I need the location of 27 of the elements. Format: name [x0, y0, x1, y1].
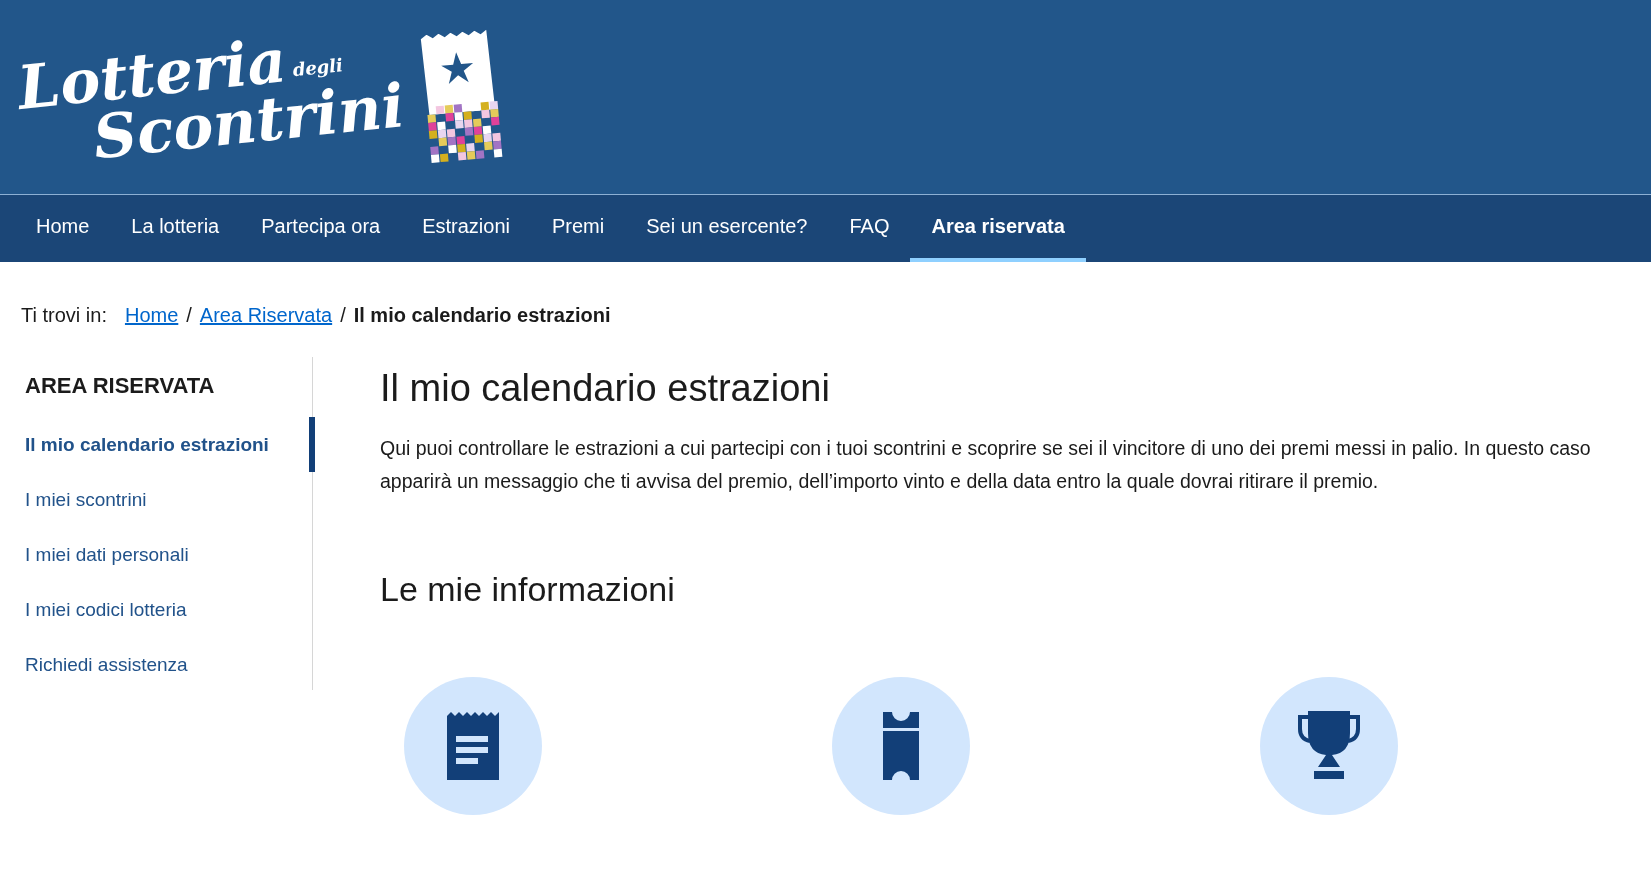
sidebar-title: AREA RISERVATA	[25, 373, 216, 399]
logo-text: degli	[291, 56, 345, 81]
sidebar-item[interactable]: Richiedi assistenza	[25, 637, 315, 692]
nav-tab[interactable]: FAQ	[828, 195, 911, 262]
sidebar-item[interactable]: I miei dati personali	[25, 527, 315, 582]
breadcrumb-separator: /	[186, 304, 192, 327]
nav-tab[interactable]: La lotteria	[110, 195, 241, 262]
sidebar-item[interactable]: I miei scontrini	[25, 472, 315, 527]
intro-text: Qui puoi controllare le estrazioni a cui partecipi con i tuoi scontrini e scoprire se sei il vincitore di uno dei premi messi in palio. In questo caso apparirà un messaggio che ti avvisa del premio, dell’importo vinto e della data entro la quale dovrai ritirare il premio.	[380, 436, 1592, 494]
breadcrumb-link[interactable]: Home	[124, 304, 179, 327]
nav-tab[interactable]: Estrazioni	[401, 195, 531, 262]
trophy-icon	[1296, 711, 1362, 781]
nav-tab[interactable]: Area riservata	[910, 195, 1086, 262]
breadcrumb-link[interactable]: Area Riservata	[199, 304, 333, 327]
nav-tab[interactable]: Home	[15, 195, 111, 262]
section-title: Le mie informazioni	[380, 570, 676, 609]
receipt-icon	[447, 712, 499, 780]
nav-tab[interactable]: Partecipa ora	[240, 195, 402, 262]
nav-tab[interactable]: Premi	[531, 195, 626, 262]
sidebar-item[interactable]: I miei codici lotteria	[25, 582, 315, 637]
ticket-icon	[883, 712, 919, 780]
page-title: Il mio calendario estrazioni	[380, 367, 831, 410]
breadcrumb-separator: /	[340, 304, 346, 327]
breadcrumb-label: Ti trovi in:	[21, 304, 107, 327]
nav-tab[interactable]: Sei un esercente?	[625, 195, 829, 262]
breadcrumb-current: Il mio calendario estrazioni	[353, 304, 611, 327]
sidebar-item[interactable]: Il mio calendario estrazioni	[25, 417, 315, 472]
